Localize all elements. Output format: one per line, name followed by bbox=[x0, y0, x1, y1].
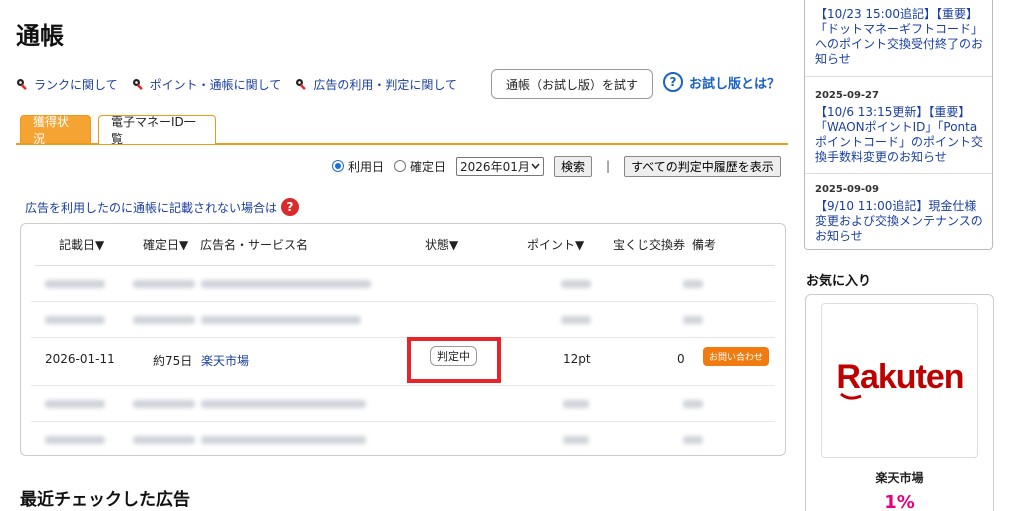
news-divider bbox=[805, 173, 992, 174]
news-panel: 2025-10-14 【10/23 15:00追記】【重要】「ドットマネーギフト… bbox=[804, 0, 993, 250]
trial-what-label: お試し版とは？ bbox=[689, 76, 781, 92]
month-select-value: 2026年01月 bbox=[460, 159, 530, 174]
help-link-label: ポイント・通帳に関して bbox=[149, 78, 282, 92]
trial-what-link[interactable]: ? お試し版とは？ bbox=[663, 72, 780, 92]
row-lottery: 0 bbox=[677, 352, 685, 366]
blurred-text bbox=[45, 400, 105, 408]
blurred-text bbox=[561, 280, 591, 288]
blurred-text bbox=[561, 316, 591, 324]
th-record-date[interactable]: 記載日▼ bbox=[59, 236, 104, 253]
blurred-text bbox=[133, 436, 195, 444]
help-link-rank[interactable]: ランクに関して bbox=[16, 76, 118, 93]
blurred-text bbox=[133, 316, 195, 324]
key-icon bbox=[296, 78, 307, 90]
th-ad-name: 広告名・サービス名 bbox=[200, 238, 309, 252]
question-icon: ? bbox=[663, 72, 683, 92]
tab-emoney-ids[interactable]: 電子マネーID一覧 bbox=[98, 115, 216, 146]
th-points[interactable]: ポイント▼ bbox=[527, 236, 584, 253]
unrecorded-help-label: 広告を利用したのに通帳に記載されない場合は bbox=[25, 200, 278, 215]
news-divider bbox=[805, 76, 992, 77]
news-link[interactable]: 【10/23 15:00追記】【重要】「ドットマネーギフトコード」へのポイント交… bbox=[815, 7, 984, 67]
highlight-box bbox=[407, 337, 501, 383]
blurred-text bbox=[201, 436, 366, 444]
radio-use-date-label: 利用日 bbox=[348, 159, 385, 174]
radio-confirm-date-label: 確定日 bbox=[410, 159, 447, 174]
unrecorded-help-link[interactable]: 広告を利用したのに通帳に記載されない場合は ? bbox=[25, 198, 300, 216]
blurred-text bbox=[45, 280, 105, 288]
inquiry-button[interactable]: お問い合わせ bbox=[703, 347, 769, 366]
passbook-table: 記載日▼ 確定日▼ 広告名・サービス名 状態▼ ポイント▼ 宝くじ交換券 備考 … bbox=[20, 223, 786, 456]
table-row-blurred bbox=[31, 302, 775, 338]
key-icon bbox=[17, 78, 27, 90]
chevron-down-icon bbox=[531, 163, 540, 169]
help-links: ランクに関して ポイント・通帳に関して 広告の利用・判定に関して bbox=[16, 76, 457, 93]
blurred-text bbox=[683, 280, 703, 288]
radio-use-date[interactable] bbox=[332, 160, 344, 172]
svg-text:Rakuten: Rakuten bbox=[836, 358, 963, 396]
row-points: 12pt bbox=[563, 352, 591, 366]
show-all-pending-button[interactable]: すべての判定中履歴を表示 bbox=[624, 155, 781, 177]
blurred-text bbox=[45, 436, 105, 444]
help-link-label: 広告の利用・判定に関して bbox=[313, 78, 457, 92]
rakuten-logo[interactable]: Rakuten bbox=[821, 303, 978, 458]
news-date: 2025-10-14 bbox=[815, 0, 984, 5]
tab-bar: 獲得状況 電子マネーID一覧 bbox=[16, 115, 788, 146]
separator: | bbox=[606, 159, 611, 173]
news-item[interactable]: 2025-09-27 【10/6 13:15更新】【重要】「WAONポイントID… bbox=[815, 88, 984, 165]
news-link[interactable]: 【9/10 11:00追記】現金仕様変更および交換メンテナンスのお知らせ bbox=[815, 199, 984, 244]
favorite-rate: 1% bbox=[884, 492, 915, 511]
favorite-name[interactable]: 楽天市場 bbox=[806, 469, 993, 486]
news-item[interactable]: 2025-10-14 【10/23 15:00追記】【重要】「ドットマネーギフト… bbox=[815, 0, 984, 67]
table-row: 2026-01-11 約75日 楽天市場 判定中 12pt 0 お問い合わせ bbox=[31, 337, 775, 386]
radio-confirm-date[interactable] bbox=[394, 160, 407, 172]
row-record-date: 2026-01-11 bbox=[45, 352, 115, 366]
search-button[interactable]: 検索 bbox=[554, 155, 593, 177]
key-icon bbox=[132, 78, 143, 90]
table-row-blurred bbox=[31, 266, 775, 302]
blurred-text bbox=[683, 400, 703, 408]
blurred-text bbox=[683, 436, 703, 444]
trial-passbook-button[interactable]: 通帳（お試し版）を試す bbox=[491, 69, 653, 99]
row-ad-link[interactable]: 楽天市場 bbox=[201, 352, 249, 369]
help-link-ads[interactable]: 広告の利用・判定に関して bbox=[295, 76, 457, 93]
news-date: 2025-09-09 bbox=[815, 184, 879, 195]
page-title: 通帳 bbox=[16, 22, 64, 50]
filter-row: 利用日 確定日 2026年01月 検索 | すべての判定中履歴を表示 bbox=[332, 155, 781, 177]
news-link[interactable]: 【10/6 13:15更新】【重要】「WAONポイントID」「Pontaポイント… bbox=[815, 105, 984, 165]
help-link-label: ランクに関して bbox=[34, 78, 118, 92]
month-select[interactable]: 2026年01月 bbox=[456, 156, 545, 176]
blurred-text bbox=[563, 400, 589, 408]
red-question-icon: ? bbox=[281, 198, 300, 216]
th-status[interactable]: 状態▼ bbox=[425, 236, 458, 253]
blurred-text bbox=[45, 316, 105, 324]
th-note: 備考 bbox=[692, 238, 717, 252]
news-date: 2025-09-27 bbox=[815, 90, 879, 101]
help-link-points[interactable]: ポイント・通帳に関して bbox=[132, 76, 282, 93]
table-row-blurred bbox=[31, 386, 775, 422]
favorites-heading: お気に入り bbox=[806, 274, 872, 289]
blurred-text bbox=[201, 400, 366, 408]
recent-ads-heading: 最近チェックした広告 bbox=[20, 490, 190, 510]
table-row-blurred bbox=[31, 422, 775, 458]
favorite-card[interactable]: Rakuten 楽天市場 1% bbox=[805, 294, 994, 511]
blurred-text bbox=[201, 316, 361, 324]
th-lottery: 宝くじ交換券 bbox=[613, 238, 686, 252]
blurred-text bbox=[133, 400, 195, 408]
blurred-text bbox=[133, 280, 195, 288]
th-confirm-date[interactable]: 確定日▼ bbox=[143, 236, 188, 253]
tab-earnings[interactable]: 獲得状況 bbox=[20, 115, 91, 146]
blurred-text bbox=[683, 316, 703, 324]
blurred-text bbox=[201, 280, 371, 288]
row-confirm-date: 約75日 bbox=[153, 354, 193, 368]
rakuten-logo-mark: Rakuten bbox=[836, 358, 964, 400]
news-item[interactable]: 2025-09-09 【9/10 11:00追記】現金仕様変更および交換メンテナ… bbox=[815, 182, 984, 244]
blurred-text bbox=[563, 436, 589, 444]
